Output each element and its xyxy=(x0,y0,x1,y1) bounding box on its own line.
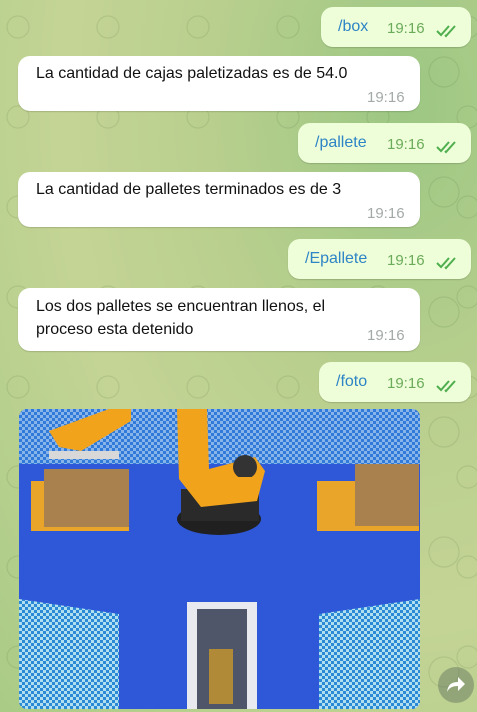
command-link[interactable]: /box xyxy=(338,18,368,36)
message-time: 19:16 xyxy=(367,89,405,106)
double-check-icon xyxy=(436,257,456,270)
message-time: 19:16 xyxy=(387,136,425,153)
command-link[interactable]: /Epallete xyxy=(305,250,367,268)
message-time: 19:16 xyxy=(387,375,425,392)
double-check-icon xyxy=(436,25,456,38)
message-time: 19:16 xyxy=(387,20,425,37)
message-time: 19:16 xyxy=(367,205,405,222)
command-link[interactable]: /pallete xyxy=(315,134,367,152)
incoming-message-epallete[interactable]: Los dos palletes se encuentran llenos, e… xyxy=(18,288,420,351)
message-time: 19:16 xyxy=(387,252,425,269)
robot-cell-photo[interactable] xyxy=(19,409,420,709)
message-time: 19:16 xyxy=(367,327,405,344)
message-text: La cantidad de cajas paletizadas es de 5… xyxy=(36,65,348,82)
outgoing-message-box[interactable]: /box 19:16 xyxy=(321,7,471,47)
outgoing-message-foto[interactable]: /foto 19:16 xyxy=(319,362,471,402)
outgoing-message-pallete[interactable]: /pallete 19:16 xyxy=(298,123,471,163)
outgoing-message-epallete[interactable]: /Epallete 19:16 xyxy=(288,239,471,279)
forward-arrow-icon xyxy=(447,677,465,692)
double-check-icon xyxy=(436,380,456,393)
double-check-icon xyxy=(436,141,456,154)
forward-button[interactable] xyxy=(438,667,474,703)
incoming-message-box[interactable]: La cantidad de cajas paletizadas es de 5… xyxy=(18,56,420,111)
message-text: La cantidad de palletes terminados es de… xyxy=(36,181,342,198)
command-link[interactable]: /foto xyxy=(336,373,367,391)
incoming-message-pallete[interactable]: La cantidad de palletes terminados es de… xyxy=(18,172,420,227)
message-text-line2: proceso esta detenido xyxy=(36,321,194,338)
robot-scene-image xyxy=(19,409,420,709)
